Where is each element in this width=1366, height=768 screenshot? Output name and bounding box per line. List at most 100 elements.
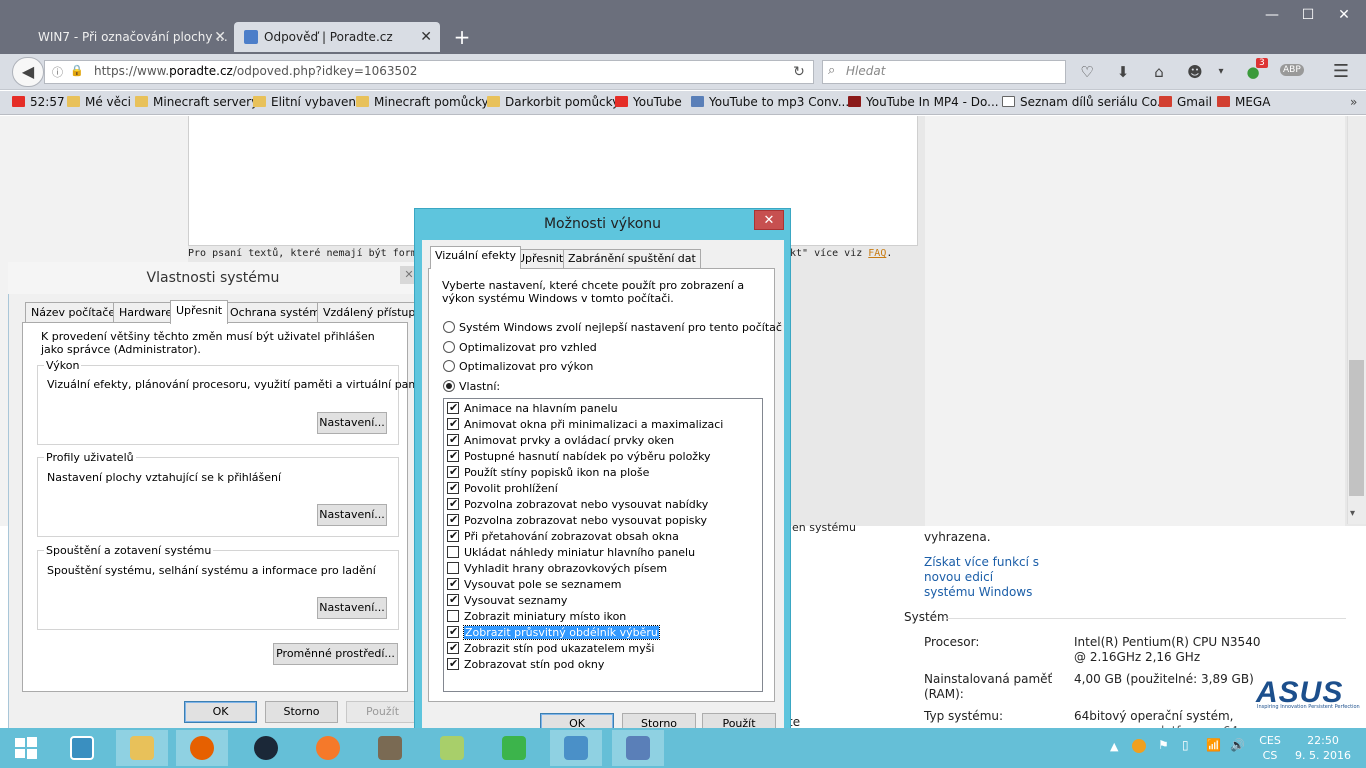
effect-item[interactable]: Ukládat náhledy miniatur hlavního panelu [447, 546, 695, 560]
faq-link[interactable]: FAQ [868, 248, 886, 259]
taskbar-app[interactable] [240, 730, 292, 766]
radio-button-selected[interactable] [443, 380, 455, 392]
tray-app-icon[interactable] [1132, 739, 1146, 753]
effect-item[interactable]: Pozvolna zobrazovat nebo vysouvat nabídk… [447, 497, 708, 512]
browser-tab[interactable]: WIN7 - Při označování plochy ... ✕ [8, 22, 234, 52]
checkbox[interactable] [447, 497, 459, 510]
checkbox[interactable] [447, 529, 459, 542]
bookmark-item[interactable]: Mé věci [67, 95, 131, 109]
effect-item[interactable]: Při přetahování zobrazovat obsah okna [447, 529, 679, 544]
effect-item[interactable]: Vyhladit hrany obrazovkových písem [447, 562, 667, 576]
effect-item[interactable]: Zobrazovat stín pod okny [447, 657, 604, 672]
tab-hardware[interactable]: Hardware [113, 302, 179, 322]
effect-item[interactable]: Vysouvat pole se seznamem [447, 577, 621, 592]
bookmark-item[interactable]: Elitní vybavení [253, 95, 359, 109]
effect-item[interactable]: Postupné hasnutí nabídek po výběru polož… [447, 449, 711, 464]
checkbox[interactable] [447, 401, 459, 414]
tab-dep[interactable]: Zabránění spuštění dat [563, 249, 701, 268]
radio-best-appearance[interactable]: Optimalizovat pro vzhled [443, 341, 597, 355]
apply-button[interactable]: Použít [346, 701, 419, 723]
taskbar-app[interactable] [550, 730, 602, 766]
menu-icon[interactable]: ☰ [1328, 60, 1354, 84]
bookmark-item[interactable]: YouTube [615, 95, 682, 109]
radio-button[interactable] [443, 360, 455, 372]
adblock-icon[interactable]: ABP [1280, 64, 1304, 76]
tab-visual-effects[interactable]: Vizuální efekty [430, 246, 522, 269]
checkbox[interactable] [447, 625, 459, 638]
effect-item[interactable]: Zobrazit stín pod ukazatelem myši [447, 641, 654, 656]
battery-icon[interactable]: ▯ [1182, 738, 1189, 752]
bookmark-item[interactable]: MEGA [1217, 95, 1270, 109]
back-arrow-icon[interactable]: ◀ [12, 57, 44, 87]
performance-settings-button[interactable]: Nastavení... [317, 412, 387, 434]
effect-item[interactable]: Použít stíny popisků ikon na ploše [447, 465, 649, 480]
radio-button[interactable] [443, 321, 455, 333]
taskbar-app[interactable] [426, 730, 478, 766]
close-window-icon[interactable]: ✕ [1326, 0, 1362, 30]
addon-icon[interactable]: ☻ [1182, 60, 1208, 84]
bookmark-item[interactable]: Gmail [1159, 95, 1212, 109]
download-icon[interactable]: ⬇ [1110, 60, 1136, 84]
chevron-right-icon[interactable]: » [1350, 95, 1357, 109]
checkbox[interactable] [447, 610, 459, 622]
chevron-down-icon[interactable]: ▾ [1208, 60, 1234, 84]
tab-advanced[interactable]: Upřesnit [170, 300, 229, 324]
info-icon[interactable]: ⓘ [52, 64, 63, 80]
radio-best-performance[interactable]: Optimalizovat pro výkon [443, 360, 593, 374]
bookmark-item[interactable]: YouTube In MP4 - Do... [848, 95, 999, 109]
radio-button[interactable] [443, 341, 455, 353]
close-icon[interactable]: ✕ [754, 210, 784, 230]
network-icon[interactable]: 📶 [1206, 738, 1221, 752]
effect-item[interactable]: Animovat okna při minimalizaci a maximal… [447, 417, 723, 432]
checkbox[interactable] [447, 465, 459, 478]
browser-tab-active[interactable]: Odpověď | Poradte.cz ✕ [234, 22, 440, 52]
taskbar-app[interactable] [612, 730, 664, 766]
checkbox[interactable] [447, 657, 459, 670]
effect-item-selected[interactable]: Zobrazit průsvitný obdélník výběru [447, 625, 660, 640]
checkbox[interactable] [447, 433, 459, 446]
show-hidden-icons-icon[interactable]: ▲ [1110, 740, 1118, 753]
more-features-link[interactable]: systému Windows [924, 585, 1032, 599]
taskbar-app[interactable] [116, 730, 168, 766]
effect-item[interactable]: Pozvolna zobrazovat nebo vysouvat popisk… [447, 513, 707, 528]
close-tab-icon[interactable]: ✕ [420, 22, 432, 52]
pocket-icon[interactable]: ♡ [1074, 60, 1100, 84]
environment-variables-button[interactable]: Proměnné prostředí... [273, 643, 398, 665]
checkbox[interactable] [447, 417, 459, 430]
bookmark-item[interactable]: 52:57 [12, 95, 65, 109]
checkbox[interactable] [447, 641, 459, 654]
effect-item[interactable]: Povolit prohlížení [447, 481, 558, 496]
checkbox[interactable] [447, 513, 459, 526]
reload-icon[interactable]: ↻ [786, 60, 812, 84]
checkbox[interactable] [447, 562, 459, 574]
tab-remote[interactable]: Vzdálený přístup [317, 302, 422, 322]
effect-item[interactable]: Vysouvat seznamy [447, 593, 567, 608]
taskbar-app[interactable] [176, 730, 228, 766]
checkbox[interactable] [447, 577, 459, 590]
scroll-down-icon[interactable]: ▾ [1350, 508, 1355, 519]
minimize-icon[interactable]: — [1254, 0, 1290, 30]
effect-item[interactable]: Animovat prvky a ovládací prvky oken [447, 433, 674, 448]
radio-windows-choose[interactable]: Systém Windows zvolí nejlepší nastavení … [443, 321, 782, 335]
radio-custom[interactable]: Vlastní: [443, 380, 500, 394]
checkbox[interactable] [447, 593, 459, 606]
close-tab-icon[interactable]: ✕ [214, 22, 226, 52]
cancel-button[interactable]: Storno [265, 701, 338, 723]
effect-item[interactable]: Animace na hlavním panelu [447, 401, 618, 416]
startup-settings-button[interactable]: Nastavení... [317, 597, 387, 619]
ok-button[interactable]: OK [184, 701, 257, 723]
new-tab-icon[interactable]: + [450, 22, 474, 52]
more-features-link[interactable]: Získat více funkcí s [924, 555, 1039, 569]
action-center-icon[interactable]: ⚑ [1158, 738, 1169, 752]
bookmark-item[interactable]: YouTube to mp3 Conv... [691, 95, 849, 109]
maximize-icon[interactable]: ☐ [1290, 0, 1326, 30]
taskbar-app[interactable] [56, 730, 108, 766]
taskbar-app[interactable] [488, 730, 540, 766]
bookmark-item[interactable]: Minecraft pomůcky [356, 95, 489, 109]
clock[interactable]: 22:50 9. 5. 2016 [1290, 733, 1356, 763]
home-icon[interactable]: ⌂ [1146, 60, 1172, 84]
url-text[interactable]: https://www.poradte.cz/odpoved.php?idkey… [94, 64, 417, 78]
taskbar-app[interactable] [364, 730, 416, 766]
checkbox[interactable] [447, 449, 459, 462]
bookmark-item[interactable]: Seznam dílů seriálu Co... [1002, 95, 1168, 109]
